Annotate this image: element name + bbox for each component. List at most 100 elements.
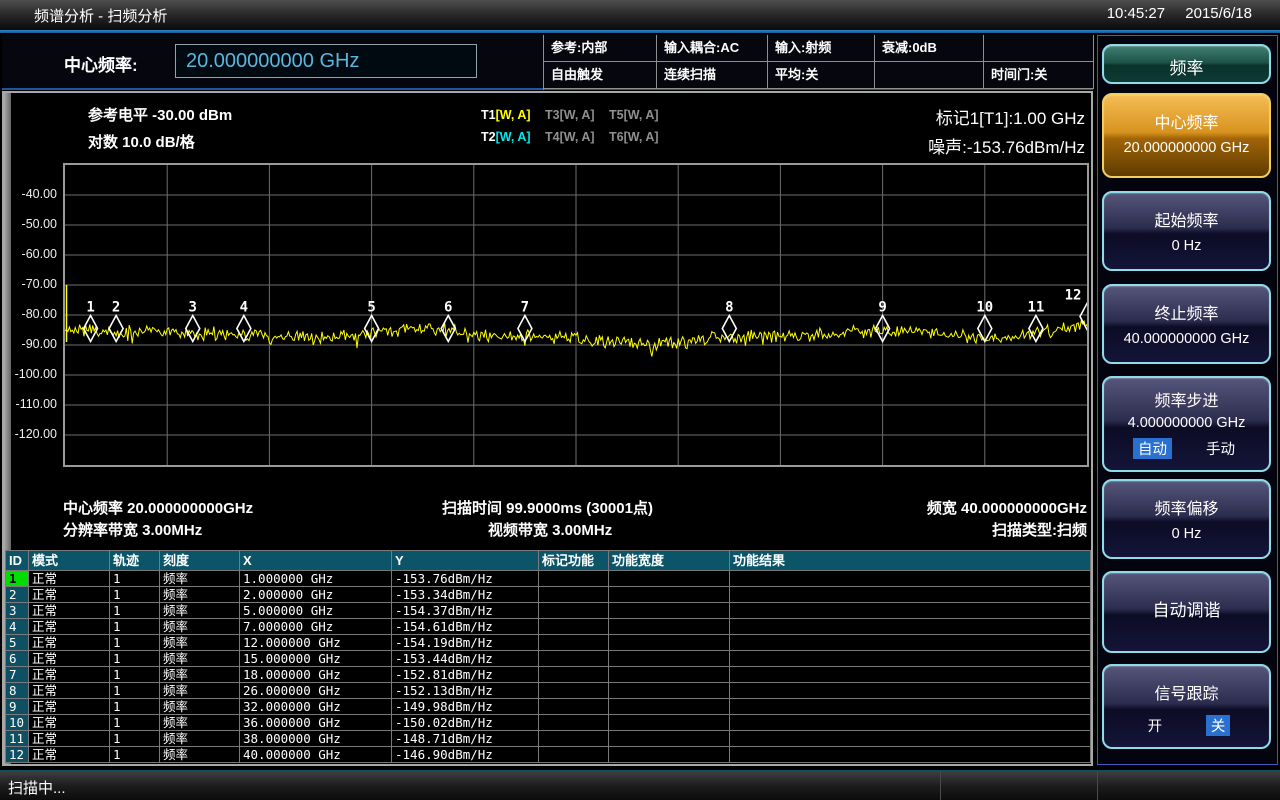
- button-label: 终止频率: [1104, 300, 1269, 324]
- table-cell: [539, 699, 609, 715]
- frequency-offset-button[interactable]: 频率偏移 0 Hz: [1102, 479, 1271, 559]
- clock: 10:45:27 2015/6/18: [1091, 5, 1252, 22]
- footer-rbw: 分辨率带宽 3.00MHz: [63, 519, 202, 540]
- status-attenuation: 衰减:0dB: [875, 35, 984, 62]
- button-value: 0 Hz: [1104, 238, 1269, 254]
- button-label: 频率步进: [1104, 387, 1269, 411]
- marker-number-label: 1: [86, 300, 94, 316]
- trace-indicator-t2[interactable]: T2[W, A]: [481, 130, 545, 152]
- table-cell: [730, 731, 1090, 747]
- marker-number-label: 10: [976, 300, 993, 316]
- table-row[interactable]: 4正常1频率7.000000 GHz-154.61dBm/Hz: [6, 619, 1090, 635]
- button-value: 40.000000000 GHz: [1104, 331, 1269, 347]
- stop-frequency-button[interactable]: 终止频率 40.000000000 GHz: [1102, 284, 1271, 364]
- table-cell: 正常: [29, 683, 110, 699]
- table-row[interactable]: 11正常1频率38.000000 GHz-148.71dBm/Hz: [6, 731, 1090, 747]
- table-cell: [609, 731, 730, 747]
- signal-track-button[interactable]: 信号跟踪 开 关: [1102, 664, 1271, 749]
- table-cell: [539, 571, 609, 587]
- status-bar-divider: [1097, 772, 1098, 800]
- marker-table-rows: 1正常1频率1.000000 GHz-153.76dBm/Hz2正常1频率2.0…: [6, 571, 1090, 763]
- y-axis-tick: -100.00: [11, 367, 57, 381]
- button-value: 20.000000000 GHz: [1104, 140, 1269, 156]
- table-row[interactable]: 6正常1频率15.000000 GHz-153.44dBm/Hz: [6, 651, 1090, 667]
- marker-readout: 标记1[T1]:1.00 GHz 噪声:-153.76dBm/Hz: [928, 104, 1085, 158]
- frequency-step-button[interactable]: 频率步进 4.000000000 GHz 自动 手动: [1102, 376, 1271, 472]
- log-scale-text: 对数 10.0 dB/格: [88, 131, 195, 152]
- table-cell: 18.000000 GHz: [240, 667, 392, 683]
- row-id-cell: 8: [6, 683, 29, 699]
- marker-number-label: 7: [521, 300, 529, 316]
- marker-diamond-2[interactable]: [109, 316, 123, 342]
- status-reference: 参考:内部: [544, 35, 657, 62]
- footer-span: 频宽 40.000000000GHz: [927, 497, 1087, 518]
- center-frequency-label: 中心频率:: [64, 51, 138, 76]
- table-row[interactable]: 12正常1频率40.000000 GHz-146.90dBm/Hz: [6, 747, 1090, 763]
- table-cell: [539, 587, 609, 603]
- spectrum-chart[interactable]: 123456789101112: [63, 163, 1089, 467]
- table-cell: [609, 747, 730, 763]
- table-cell: 1: [110, 731, 160, 747]
- table-cell: [730, 747, 1090, 763]
- title-bar: 频谱分析 - 扫频分析 10:45:27 2015/6/18: [0, 0, 1280, 30]
- row-id-cell: 11: [6, 731, 29, 747]
- table-cell: 频率: [160, 683, 240, 699]
- status-input-coupling: 输入耦合:AC: [657, 35, 768, 62]
- center-frequency-input[interactable]: 20.000000000 GHz: [175, 44, 477, 78]
- track-off-option[interactable]: 关: [1206, 715, 1231, 736]
- table-cell: 40.000000 GHz: [240, 747, 392, 763]
- table-cell: [539, 683, 609, 699]
- table-row[interactable]: 1正常1频率1.000000 GHz-153.76dBm/Hz: [6, 571, 1090, 587]
- table-cell: [730, 683, 1090, 699]
- table-cell: 正常: [29, 619, 110, 635]
- button-label: 频率偏移: [1104, 495, 1269, 519]
- table-row[interactable]: 7正常1频率18.000000 GHz-152.81dBm/Hz: [6, 667, 1090, 683]
- table-row[interactable]: 8正常1频率26.000000 GHz-152.13dBm/Hz: [6, 683, 1090, 699]
- start-frequency-button[interactable]: 起始频率 0 Hz: [1102, 191, 1271, 271]
- table-row[interactable]: 3正常1频率5.000000 GHz-154.37dBm/Hz: [6, 603, 1090, 619]
- column-header-func-result: 功能结果: [730, 551, 1090, 571]
- table-cell: [730, 651, 1090, 667]
- marker-number-label: 2: [112, 300, 120, 316]
- table-cell: 1: [110, 715, 160, 731]
- table-row[interactable]: 5正常1频率12.000000 GHz-154.19dBm/Hz: [6, 635, 1090, 651]
- trace-indicator-t3[interactable]: T3[W, A]: [545, 108, 609, 130]
- trace-indicator-t1[interactable]: T1[W, A]: [481, 108, 545, 130]
- button-value: 0 Hz: [1104, 526, 1269, 542]
- table-cell: 频率: [160, 699, 240, 715]
- time-display: 10:45:27: [1107, 5, 1165, 22]
- trace-indicator-t5[interactable]: T5[W, A]: [609, 108, 673, 130]
- step-manual-option[interactable]: 手动: [1201, 438, 1240, 459]
- footer-center-frequency: 中心频率 20.000000000GHz: [63, 497, 253, 518]
- table-cell: 频率: [160, 635, 240, 651]
- table-row[interactable]: 2正常1频率2.000000 GHz-153.34dBm/Hz: [6, 587, 1090, 603]
- track-on-option[interactable]: 开: [1143, 715, 1168, 736]
- trace-indicator-t6[interactable]: T6[W, A]: [609, 130, 673, 152]
- table-cell: [730, 635, 1090, 651]
- center-frequency-button[interactable]: 中心频率 20.000000000 GHz: [1102, 93, 1271, 178]
- step-auto-option[interactable]: 自动: [1133, 438, 1172, 459]
- table-cell: 频率: [160, 619, 240, 635]
- table-cell: 频率: [160, 715, 240, 731]
- trace-indicators: T1[W, A]T3[W, A]T5[W, A] T2[W, A]T4[W, A]…: [481, 108, 673, 152]
- table-cell: [609, 635, 730, 651]
- button-label: 中心频率: [1104, 109, 1269, 133]
- table-cell: 1.000000 GHz: [240, 571, 392, 587]
- column-header-y: Y: [392, 551, 539, 571]
- table-row[interactable]: 9正常1频率32.000000 GHz-149.98dBm/Hz: [6, 699, 1090, 715]
- button-label: 自动调谐: [1104, 573, 1269, 649]
- table-row[interactable]: 10正常1频率36.000000 GHz-150.02dBm/Hz: [6, 715, 1090, 731]
- row-id-cell: 6: [6, 651, 29, 667]
- table-cell: -148.71dBm/Hz: [392, 731, 539, 747]
- table-cell: [609, 699, 730, 715]
- date-display: 2015/6/18: [1185, 5, 1252, 22]
- marker-diamond-4[interactable]: [237, 316, 251, 342]
- column-header-x: X: [240, 551, 392, 571]
- auto-tune-button[interactable]: 自动调谐: [1102, 571, 1271, 653]
- table-cell: 1: [110, 619, 160, 635]
- trace-indicator-t4[interactable]: T4[W, A]: [545, 130, 609, 152]
- row-id-cell: 9: [6, 699, 29, 715]
- table-cell: [539, 715, 609, 731]
- header-panel: 中心频率: 20.000000000 GHz 参考:内部 输入耦合:AC 输入:…: [2, 35, 1093, 90]
- marker-readout-noise: 噪声:-153.76dBm/Hz: [928, 133, 1085, 158]
